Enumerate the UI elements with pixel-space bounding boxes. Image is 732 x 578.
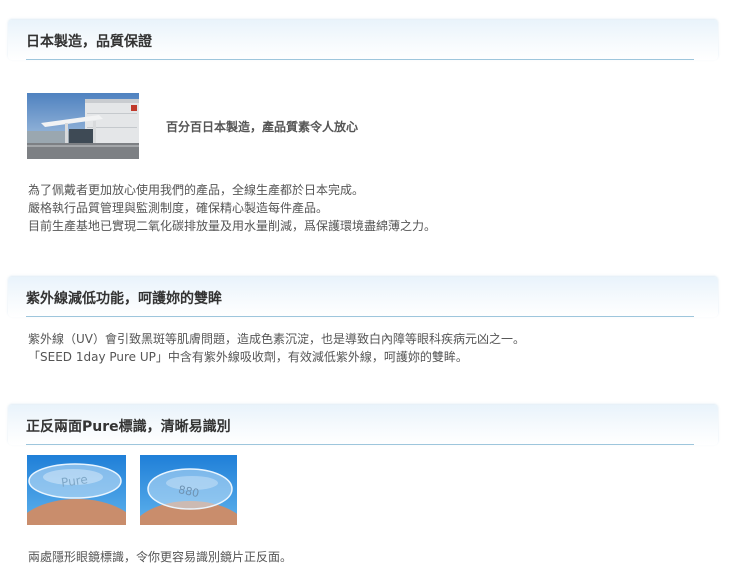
description-line: 為了佩戴者更加放心使用我們的產品，全線生產都於日本完成。 <box>28 183 365 197</box>
description-line: 目前生產基地已實現二氧化碳排放量及用水量削減，爲保護環境盡綿薄之力。 <box>28 219 437 233</box>
factory-building-image <box>27 93 139 159</box>
lens-photo-front: Pure <box>27 455 126 525</box>
uv-protection-description: 紫外線（UV）會引致黑斑等肌膚問題，造成色素沉淀，也是導致白內障等眼科疾病元凶之… <box>28 330 525 366</box>
factory-photo <box>27 93 139 159</box>
section-title: 日本製造，品質保證 <box>26 34 152 50</box>
description-line: 嚴格執行品質管理與監測制度，確保精心製造每件產品。 <box>28 201 329 215</box>
header-divider <box>26 59 694 60</box>
contact-lens-image: 880 <box>140 455 237 525</box>
section-header-pure-mark: 正反兩面Pure標識，清晰易識別 <box>8 405 718 445</box>
lens-photo-back: 880 <box>140 455 237 525</box>
made-in-japan-description: 為了佩戴者更加放心使用我們的產品，全線生產都於日本完成。 嚴格執行品質管理與監測… <box>28 181 436 235</box>
description-line: 紫外線（UV）會引致黑斑等肌膚問題，造成色素沉淀，也是導致白內障等眼科疾病元凶之… <box>28 332 525 346</box>
pure-mark-description: 兩處隱形眼鏡標識，令你更容易識別鏡片正反面。 <box>28 548 292 566</box>
header-divider <box>26 316 694 317</box>
factory-caption: 百分百日本製造，產品質素令人放心 <box>166 120 359 134</box>
section-title: 正反兩面Pure標識，清晰易識別 <box>26 419 231 435</box>
description-line: 「SEED 1day Pure UP」中含有紫外線吸收劑，有效減低紫外線，呵護妳… <box>28 350 468 364</box>
section-header-made-in-japan: 日本製造，品質保證 <box>8 20 718 60</box>
contact-lens-image: Pure <box>27 455 126 525</box>
section-header-uv-protection: 紫外線減低功能，呵護妳的雙眸 <box>8 277 718 317</box>
description-line: 兩處隱形眼鏡標識，令你更容易識別鏡片正反面。 <box>28 550 293 564</box>
header-divider <box>26 444 694 445</box>
section-title: 紫外線減低功能，呵護妳的雙眸 <box>26 291 222 307</box>
